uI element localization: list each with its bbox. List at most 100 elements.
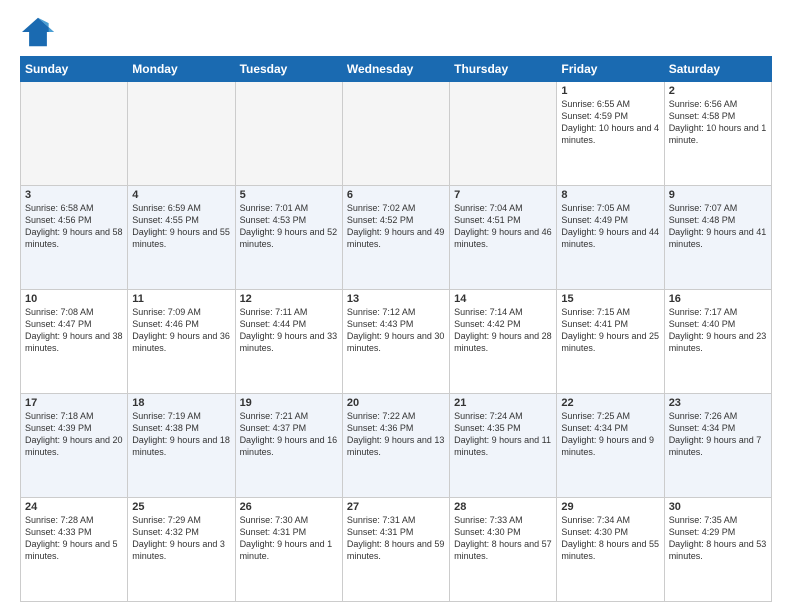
day-number: 1 xyxy=(561,85,659,97)
day-number: 5 xyxy=(240,189,338,201)
day-cell: 11Sunrise: 7:09 AMSunset: 4:46 PMDayligh… xyxy=(128,290,235,394)
day-info: Sunrise: 7:29 AMSunset: 4:32 PMDaylight:… xyxy=(132,514,230,563)
day-number: 21 xyxy=(454,397,552,409)
day-info: Sunrise: 7:35 AMSunset: 4:29 PMDaylight:… xyxy=(669,514,767,563)
day-info: Sunrise: 7:08 AMSunset: 4:47 PMDaylight:… xyxy=(25,306,123,355)
day-cell: 5Sunrise: 7:01 AMSunset: 4:53 PMDaylight… xyxy=(235,186,342,290)
day-number: 12 xyxy=(240,293,338,305)
day-info: Sunrise: 7:15 AMSunset: 4:41 PMDaylight:… xyxy=(561,306,659,355)
day-number: 2 xyxy=(669,85,767,97)
week-row-1: 1Sunrise: 6:55 AMSunset: 4:59 PMDaylight… xyxy=(21,82,772,186)
day-info: Sunrise: 7:17 AMSunset: 4:40 PMDaylight:… xyxy=(669,306,767,355)
day-info: Sunrise: 7:14 AMSunset: 4:42 PMDaylight:… xyxy=(454,306,552,355)
day-number: 6 xyxy=(347,189,445,201)
day-number: 8 xyxy=(561,189,659,201)
day-cell: 1Sunrise: 6:55 AMSunset: 4:59 PMDaylight… xyxy=(557,82,664,186)
day-cell: 27Sunrise: 7:31 AMSunset: 4:31 PMDayligh… xyxy=(342,498,449,602)
day-cell: 20Sunrise: 7:22 AMSunset: 4:36 PMDayligh… xyxy=(342,394,449,498)
day-cell: 25Sunrise: 7:29 AMSunset: 4:32 PMDayligh… xyxy=(128,498,235,602)
day-info: Sunrise: 7:01 AMSunset: 4:53 PMDaylight:… xyxy=(240,202,338,251)
day-number: 30 xyxy=(669,501,767,513)
day-info: Sunrise: 7:26 AMSunset: 4:34 PMDaylight:… xyxy=(669,410,767,459)
day-number: 13 xyxy=(347,293,445,305)
day-cell: 29Sunrise: 7:34 AMSunset: 4:30 PMDayligh… xyxy=(557,498,664,602)
day-info: Sunrise: 7:05 AMSunset: 4:49 PMDaylight:… xyxy=(561,202,659,251)
weekday-tuesday: Tuesday xyxy=(235,57,342,82)
day-cell: 8Sunrise: 7:05 AMSunset: 4:49 PMDaylight… xyxy=(557,186,664,290)
day-cell xyxy=(342,82,449,186)
day-number: 28 xyxy=(454,501,552,513)
day-info: Sunrise: 6:55 AMSunset: 4:59 PMDaylight:… xyxy=(561,98,659,147)
day-cell: 2Sunrise: 6:56 AMSunset: 4:58 PMDaylight… xyxy=(664,82,771,186)
day-cell: 9Sunrise: 7:07 AMSunset: 4:48 PMDaylight… xyxy=(664,186,771,290)
day-number: 22 xyxy=(561,397,659,409)
day-number: 27 xyxy=(347,501,445,513)
day-number: 24 xyxy=(25,501,123,513)
day-number: 14 xyxy=(454,293,552,305)
day-cell: 7Sunrise: 7:04 AMSunset: 4:51 PMDaylight… xyxy=(450,186,557,290)
weekday-friday: Friday xyxy=(557,57,664,82)
day-info: Sunrise: 7:07 AMSunset: 4:48 PMDaylight:… xyxy=(669,202,767,251)
weekday-wednesday: Wednesday xyxy=(342,57,449,82)
week-row-5: 24Sunrise: 7:28 AMSunset: 4:33 PMDayligh… xyxy=(21,498,772,602)
day-info: Sunrise: 7:34 AMSunset: 4:30 PMDaylight:… xyxy=(561,514,659,563)
day-number: 29 xyxy=(561,501,659,513)
day-info: Sunrise: 7:22 AMSunset: 4:36 PMDaylight:… xyxy=(347,410,445,459)
day-info: Sunrise: 7:12 AMSunset: 4:43 PMDaylight:… xyxy=(347,306,445,355)
day-number: 10 xyxy=(25,293,123,305)
day-number: 26 xyxy=(240,501,338,513)
day-number: 11 xyxy=(132,293,230,305)
day-cell: 16Sunrise: 7:17 AMSunset: 4:40 PMDayligh… xyxy=(664,290,771,394)
day-info: Sunrise: 6:59 AMSunset: 4:55 PMDaylight:… xyxy=(132,202,230,251)
day-cell: 23Sunrise: 7:26 AMSunset: 4:34 PMDayligh… xyxy=(664,394,771,498)
day-info: Sunrise: 7:24 AMSunset: 4:35 PMDaylight:… xyxy=(454,410,552,459)
calendar-table: SundayMondayTuesdayWednesdayThursdayFrid… xyxy=(20,56,772,602)
day-info: Sunrise: 7:28 AMSunset: 4:33 PMDaylight:… xyxy=(25,514,123,563)
day-info: Sunrise: 7:31 AMSunset: 4:31 PMDaylight:… xyxy=(347,514,445,563)
page: SundayMondayTuesdayWednesdayThursdayFrid… xyxy=(0,0,792,612)
day-info: Sunrise: 7:25 AMSunset: 4:34 PMDaylight:… xyxy=(561,410,659,459)
day-info: Sunrise: 7:33 AMSunset: 4:30 PMDaylight:… xyxy=(454,514,552,563)
day-info: Sunrise: 7:11 AMSunset: 4:44 PMDaylight:… xyxy=(240,306,338,355)
day-cell: 30Sunrise: 7:35 AMSunset: 4:29 PMDayligh… xyxy=(664,498,771,602)
day-number: 23 xyxy=(669,397,767,409)
day-number: 18 xyxy=(132,397,230,409)
day-cell: 18Sunrise: 7:19 AMSunset: 4:38 PMDayligh… xyxy=(128,394,235,498)
day-info: Sunrise: 7:30 AMSunset: 4:31 PMDaylight:… xyxy=(240,514,338,563)
day-number: 17 xyxy=(25,397,123,409)
day-cell: 14Sunrise: 7:14 AMSunset: 4:42 PMDayligh… xyxy=(450,290,557,394)
calendar-body: 1Sunrise: 6:55 AMSunset: 4:59 PMDaylight… xyxy=(21,82,772,602)
day-cell xyxy=(21,82,128,186)
day-cell xyxy=(235,82,342,186)
weekday-header-row: SundayMondayTuesdayWednesdayThursdayFrid… xyxy=(21,57,772,82)
day-cell: 13Sunrise: 7:12 AMSunset: 4:43 PMDayligh… xyxy=(342,290,449,394)
day-number: 7 xyxy=(454,189,552,201)
day-number: 4 xyxy=(132,189,230,201)
day-info: Sunrise: 7:18 AMSunset: 4:39 PMDaylight:… xyxy=(25,410,123,459)
week-row-2: 3Sunrise: 6:58 AMSunset: 4:56 PMDaylight… xyxy=(21,186,772,290)
day-cell: 21Sunrise: 7:24 AMSunset: 4:35 PMDayligh… xyxy=(450,394,557,498)
week-row-4: 17Sunrise: 7:18 AMSunset: 4:39 PMDayligh… xyxy=(21,394,772,498)
day-cell: 22Sunrise: 7:25 AMSunset: 4:34 PMDayligh… xyxy=(557,394,664,498)
weekday-monday: Monday xyxy=(128,57,235,82)
week-row-3: 10Sunrise: 7:08 AMSunset: 4:47 PMDayligh… xyxy=(21,290,772,394)
day-number: 9 xyxy=(669,189,767,201)
day-cell: 19Sunrise: 7:21 AMSunset: 4:37 PMDayligh… xyxy=(235,394,342,498)
day-cell xyxy=(128,82,235,186)
day-cell: 26Sunrise: 7:30 AMSunset: 4:31 PMDayligh… xyxy=(235,498,342,602)
day-number: 15 xyxy=(561,293,659,305)
day-info: Sunrise: 7:02 AMSunset: 4:52 PMDaylight:… xyxy=(347,202,445,251)
day-cell: 4Sunrise: 6:59 AMSunset: 4:55 PMDaylight… xyxy=(128,186,235,290)
weekday-saturday: Saturday xyxy=(664,57,771,82)
day-number: 20 xyxy=(347,397,445,409)
day-info: Sunrise: 7:09 AMSunset: 4:46 PMDaylight:… xyxy=(132,306,230,355)
day-cell: 6Sunrise: 7:02 AMSunset: 4:52 PMDaylight… xyxy=(342,186,449,290)
day-number: 3 xyxy=(25,189,123,201)
day-cell: 3Sunrise: 6:58 AMSunset: 4:56 PMDaylight… xyxy=(21,186,128,290)
day-cell: 28Sunrise: 7:33 AMSunset: 4:30 PMDayligh… xyxy=(450,498,557,602)
day-info: Sunrise: 6:56 AMSunset: 4:58 PMDaylight:… xyxy=(669,98,767,147)
day-number: 25 xyxy=(132,501,230,513)
day-info: Sunrise: 7:04 AMSunset: 4:51 PMDaylight:… xyxy=(454,202,552,251)
logo-icon xyxy=(20,16,56,48)
day-cell: 10Sunrise: 7:08 AMSunset: 4:47 PMDayligh… xyxy=(21,290,128,394)
